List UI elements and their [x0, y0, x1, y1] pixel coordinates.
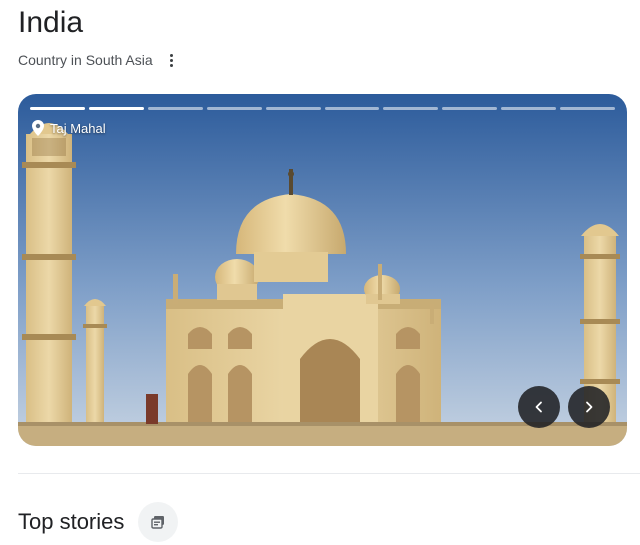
- slide-progress: [30, 107, 616, 110]
- location-label[interactable]: Taj Mahal: [32, 120, 106, 136]
- image-carousel[interactable]: Taj Mahal: [18, 94, 627, 446]
- entity-title: India: [18, 6, 84, 39]
- next-slide-button[interactable]: [568, 386, 610, 428]
- more-vert-icon[interactable]: [165, 50, 179, 70]
- section-divider: [18, 473, 640, 474]
- location-name: Taj Mahal: [50, 120, 106, 136]
- location-pin-icon: [32, 120, 44, 136]
- chevron-left-icon: [535, 401, 542, 413]
- previous-slide-button[interactable]: [518, 386, 560, 428]
- subtitle-row: Country in South Asia: [18, 50, 179, 70]
- chevron-right-icon: [586, 401, 593, 413]
- top-stories-header: Top stories: [18, 502, 179, 542]
- top-stories-title: Top stories: [18, 509, 125, 534]
- knowledge-panel: India Country in South Asia Taj Mahal To…: [0, 0, 640, 545]
- entity-subtitle: Country in South Asia: [18, 52, 153, 68]
- stacked-cards-icon[interactable]: [138, 502, 179, 542]
